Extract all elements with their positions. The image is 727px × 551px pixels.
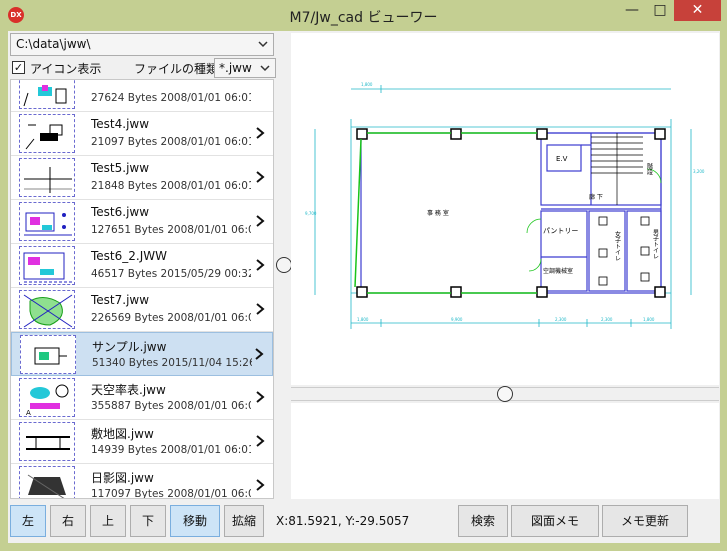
file-name: Test5.jww: [91, 161, 150, 175]
file-thumbnail: A: [19, 378, 75, 417]
move-mode-button[interactable]: 移動: [170, 505, 220, 537]
file-item[interactable]: Test6.jww 127651 Bytes 2008/01/01 06:0..…: [11, 200, 273, 244]
list-options-row: ✓ アイコン表示 ファイルの種類： *.jww: [10, 58, 276, 78]
file-name: 日影図.jww: [91, 471, 154, 485]
file-meta: 21848 Bytes 2008/01/01 06:01:...: [91, 180, 251, 192]
floor-plan-drawing: 事 務 室 E.V 廊 下 階段 パントリー 空調機械室 女子トイレ 男子トイレ…: [305, 82, 705, 329]
file-item[interactable]: Test7.jww 226569 Bytes 2008/01/01 06:0..…: [11, 288, 273, 332]
file-name: Test6.jww: [91, 205, 150, 219]
file-item[interactable]: 日影図.jww 117097 Bytes 2008/01/01 06:0...: [11, 464, 273, 499]
file-name: Test6_2.JWW: [91, 249, 167, 263]
file-meta: 14939 Bytes 2008/01/01 06:01:...: [91, 444, 251, 456]
dim-bottom-2: 9,900: [451, 317, 463, 322]
dim-left: 9,700: [305, 211, 317, 216]
dim-bottom-4: 2,300: [601, 317, 613, 322]
close-button[interactable]: ✕: [674, 0, 721, 21]
folder-path-value: C:\data\jww\: [16, 37, 91, 51]
chevron-right-icon: [256, 435, 265, 447]
chevron-right-icon: [255, 348, 264, 360]
file-item[interactable]: 敷地図.jww 14939 Bytes 2008/01/01 06:01:...: [11, 420, 273, 464]
room-label-main: 事 務 室: [427, 209, 449, 217]
dim-right: 3,200: [693, 169, 705, 174]
scrollbar-thumb[interactable]: [497, 386, 513, 402]
file-thumbnail: [19, 114, 75, 153]
file-thumbnail: [19, 422, 75, 461]
search-button[interactable]: 検索: [458, 505, 508, 537]
file-thumbnail: [19, 202, 75, 241]
pan-right-button[interactable]: 右: [50, 505, 86, 537]
horizontal-scrollbar[interactable]: [291, 386, 719, 402]
file-thumbnail: [19, 466, 75, 498]
chevron-right-icon: [256, 171, 265, 183]
file-meta: 51340 Bytes 2015/11/04 15:26:...: [92, 357, 252, 369]
file-thumbnail: [19, 80, 75, 109]
folder-path-select[interactable]: C:\data\jww\: [10, 33, 274, 56]
file-meta: 355887 Bytes 2008/01/01 06:0...: [91, 400, 251, 412]
dim-top: 1,800: [361, 82, 373, 87]
chevron-right-icon: [256, 303, 265, 315]
maximize-button[interactable]: □: [646, 0, 674, 21]
drawing-memo-button[interactable]: 図面メモ: [511, 505, 599, 537]
file-meta: 117097 Bytes 2008/01/01 06:0...: [91, 488, 251, 499]
file-meta: 27624 Bytes 2008/01/01 06:01:...: [91, 92, 251, 104]
file-item[interactable]: Test4.jww 21097 Bytes 2008/01/01 06:01:.…: [11, 112, 273, 156]
file-name: 敷地図.jww: [91, 427, 154, 441]
chevron-down-icon: [260, 65, 270, 72]
icon-display-checkbox[interactable]: ✓: [12, 61, 25, 74]
chevron-right-icon: [256, 391, 265, 403]
room-label-machine: 空調機械室: [543, 267, 573, 275]
file-item[interactable]: Test5.jww 21848 Bytes 2008/01/01 06:01:.…: [11, 156, 273, 200]
chevron-right-icon: [256, 215, 265, 227]
file-type-value: *.jww: [219, 61, 252, 75]
file-thumbnail: [19, 290, 75, 329]
file-item-selected[interactable]: サンプル.jww 51340 Bytes 2015/11/04 15:26:..…: [11, 332, 273, 376]
pan-up-button[interactable]: 上: [90, 505, 126, 537]
room-label-ev: E.V: [556, 155, 568, 163]
cursor-coordinates: X:81.5921, Y:-29.5057: [276, 514, 410, 528]
file-name: Test7.jww: [91, 293, 150, 307]
file-name: Test4.jww: [91, 117, 150, 131]
room-label-wc-female: 女子トイレ: [614, 230, 621, 261]
zoom-mode-button[interactable]: 拡縮: [224, 505, 264, 537]
room-label-corridor: 廊 下: [589, 193, 603, 201]
chevron-down-icon: [258, 41, 268, 48]
drawing-canvas[interactable]: 事 務 室 E.V 廊 下 階段 パントリー 空調機械室 女子トイレ 男子トイレ…: [291, 33, 719, 385]
memo-pane[interactable]: [291, 403, 719, 499]
room-label-wc-male: 男子トイレ: [652, 229, 659, 259]
icon-display-label: アイコン表示: [30, 62, 102, 76]
room-label-stair: 階段: [646, 162, 653, 176]
title-bar: DX M7/Jw_cad ビューワー — □ ✕: [0, 0, 727, 31]
file-name: サンプル.jww: [92, 340, 167, 354]
chevron-right-icon: [256, 479, 265, 491]
memo-update-button[interactable]: メモ更新: [602, 505, 688, 537]
file-thumbnail: [19, 246, 75, 285]
file-meta: 226569 Bytes 2008/01/01 06:0...: [91, 312, 251, 324]
file-meta: 46517 Bytes 2015/05/29 00:32:...: [91, 268, 251, 280]
chevron-right-icon: [256, 259, 265, 271]
dim-bottom-1: 1,800: [357, 317, 369, 322]
file-meta: 21097 Bytes 2008/01/01 06:01:...: [91, 136, 251, 148]
file-thumbnail: [20, 335, 76, 374]
chevron-right-icon: [256, 127, 265, 139]
pan-left-button[interactable]: 左: [10, 505, 46, 537]
file-item[interactable]: 27624 Bytes 2008/01/01 06:01:...: [11, 80, 273, 112]
file-thumbnail: [19, 158, 75, 197]
splitter-handle[interactable]: [276, 257, 292, 273]
file-meta: 127651 Bytes 2008/01/01 06:0...: [91, 224, 251, 236]
file-item[interactable]: Test6_2.JWW 46517 Bytes 2015/05/29 00:32…: [11, 244, 273, 288]
dim-bottom-5: 1,800: [643, 317, 655, 322]
bottom-toolbar: 左 右 上 下 移動 拡縮 X:81.5921, Y:-29.5057 検索 図…: [8, 501, 720, 543]
minimize-button[interactable]: —: [618, 0, 646, 21]
window-client: C:\data\jww\ ✓ アイコン表示 ファイルの種類： *.jww 276…: [8, 31, 720, 543]
pan-down-button[interactable]: 下: [130, 505, 166, 537]
dim-bottom-3: 2,300: [555, 317, 567, 322]
room-label-pantry: パントリー: [543, 227, 578, 235]
file-list[interactable]: 27624 Bytes 2008/01/01 06:01:... Test4.j…: [10, 79, 274, 499]
file-name: 天空率表.jww: [91, 383, 166, 397]
file-type-select[interactable]: *.jww: [214, 58, 276, 78]
file-item[interactable]: A 天空率表.jww 355887 Bytes 2008/01/01 06:0.…: [11, 376, 273, 420]
svg-text:A: A: [26, 409, 31, 417]
